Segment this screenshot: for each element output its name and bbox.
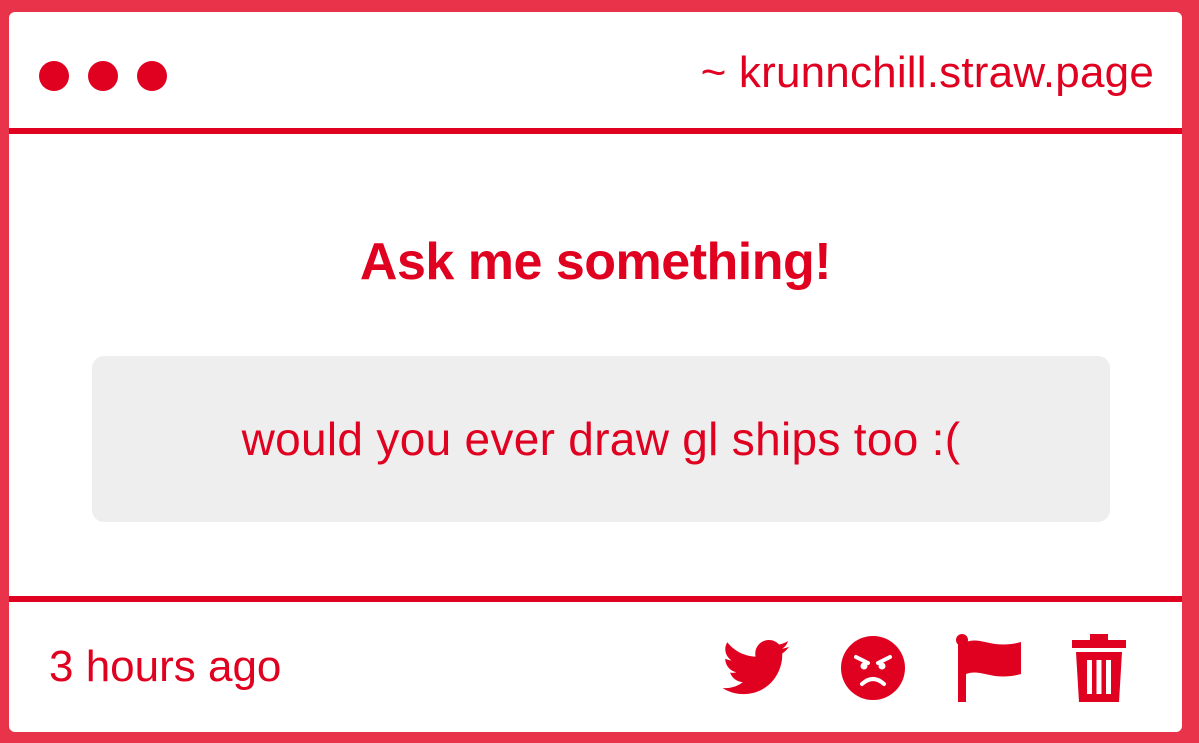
- angry-face-icon: [841, 636, 905, 700]
- page-title: Ask me something!: [359, 233, 832, 291]
- report-flag-button[interactable]: [952, 632, 1024, 704]
- window-titlebar: ~ krunnchill.straw.page: [9, 12, 1182, 134]
- share-twitter-button[interactable]: [721, 632, 793, 704]
- question-box: would you ever draw gl ships too :(: [92, 356, 1110, 522]
- question-text: would you ever draw gl ships too :(: [241, 413, 961, 465]
- trash-icon: [1072, 634, 1126, 702]
- card-footer: 3 hours ago: [9, 596, 1182, 732]
- timestamp: 3 hours ago: [49, 642, 282, 691]
- ask-card: ~ krunnchill.straw.page Ask me something…: [5, 8, 1186, 736]
- twitter-icon: [723, 639, 790, 695]
- window-dot-icon: [39, 61, 69, 91]
- window-dot-icon: [137, 61, 167, 91]
- delete-button[interactable]: [1063, 632, 1135, 704]
- page-url[interactable]: ~ krunnchill.straw.page: [701, 48, 1154, 98]
- flag-icon: [956, 634, 1021, 702]
- window-dot-icon: [88, 61, 118, 91]
- react-angry-button[interactable]: [837, 632, 909, 704]
